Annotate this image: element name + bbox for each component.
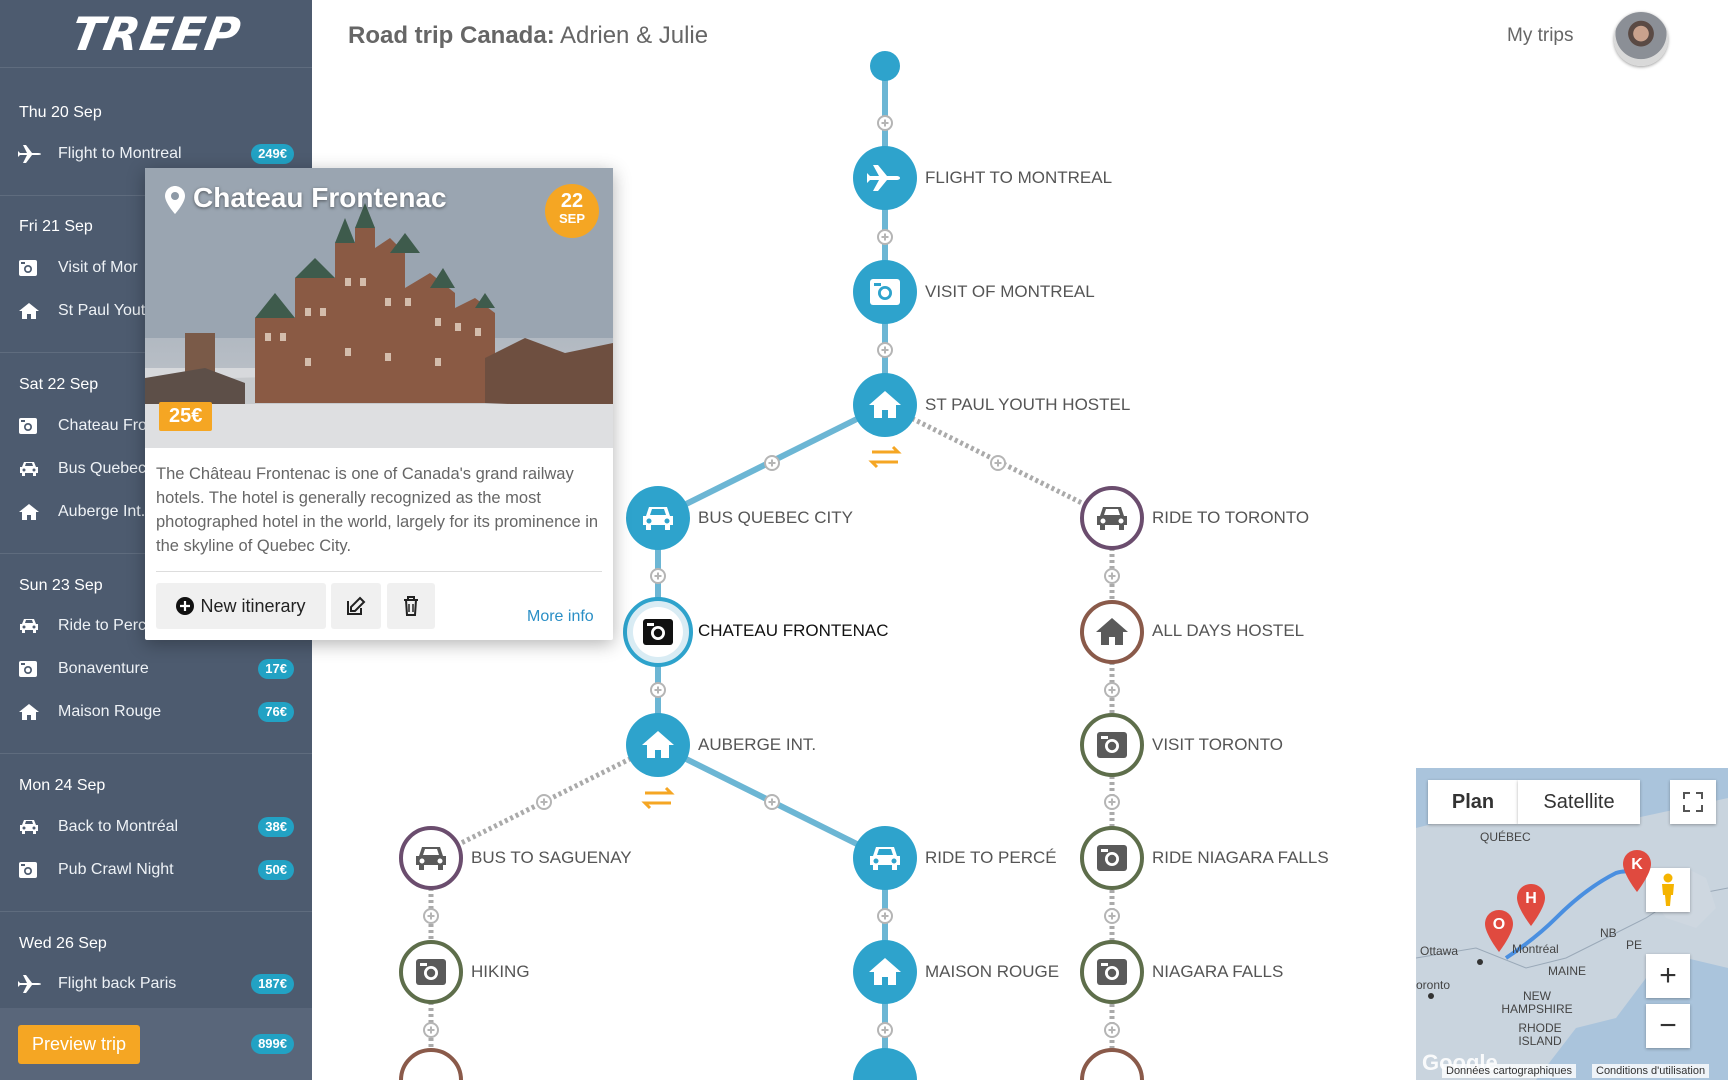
node-label[interactable]: BUS QUEBEC CITY <box>698 508 853 528</box>
tree-node-bus-qc[interactable] <box>626 486 690 550</box>
date-month: SEP <box>558 211 585 226</box>
map-label: NB <box>1600 926 1617 940</box>
new-itinerary-label: New itinerary <box>200 595 306 616</box>
tree-node-all-days[interactable] <box>1080 600 1144 664</box>
start-node[interactable] <box>870 51 900 81</box>
node-label[interactable]: RIDE NIAGARA FALLS <box>1152 848 1329 868</box>
chateau-photo: Chateau Frontenac 22 SEP 25€ <box>145 168 613 448</box>
edit-button[interactable] <box>331 583 381 629</box>
add-step-button[interactable] <box>423 1022 439 1038</box>
map-marker-icon[interactable]: O <box>1484 910 1514 957</box>
node-label[interactable]: NIAGARA FALLS <box>1152 962 1283 982</box>
map-label: MAINE <box>1548 964 1587 978</box>
add-step-button[interactable] <box>650 568 666 584</box>
edit-icon <box>346 596 366 616</box>
add-step-button[interactable] <box>1104 568 1120 584</box>
plus-circle-icon <box>176 597 195 615</box>
add-step-button[interactable] <box>877 342 893 358</box>
add-step-button[interactable] <box>877 908 893 924</box>
trash-icon <box>403 596 419 616</box>
tree-node-niagara[interactable] <box>1080 940 1144 1004</box>
add-step-button[interactable] <box>877 115 893 131</box>
zoom-in-button[interactable]: + <box>1646 954 1690 998</box>
node-label[interactable]: RIDE TO PERCÉ <box>925 848 1057 868</box>
map-marker-icon[interactable]: H <box>1516 884 1546 931</box>
node-label[interactable]: ALL DAYS HOSTEL <box>1152 621 1304 641</box>
new-itinerary-button[interactable]: New itinerary <box>156 583 326 629</box>
add-step-button[interactable] <box>1104 794 1120 810</box>
popup-description: The Château Frontenac is one of Canada's… <box>156 465 599 555</box>
add-step-button[interactable] <box>764 794 780 810</box>
add-step-button[interactable] <box>877 1022 893 1038</box>
map-label: QUÉBEC <box>1480 830 1531 844</box>
date-day: 22 <box>560 190 584 212</box>
map-label: PE <box>1626 938 1643 952</box>
map-label: Montréal <box>1512 942 1559 956</box>
node-label[interactable]: ST PAUL YOUTH HOSTEL <box>925 395 1130 415</box>
map-label: NEW HAMPSHIRE <box>1501 989 1573 1016</box>
node-label[interactable]: VISIT OF MONTREAL <box>925 282 1095 302</box>
add-step-button[interactable] <box>423 908 439 924</box>
node-label[interactable]: FLIGHT TO MONTREAL <box>925 168 1112 188</box>
price-tag: 25€ <box>159 402 213 431</box>
map-terms-link[interactable]: Conditions d'utilisation <box>1592 1064 1710 1078</box>
tree-node-st-paul[interactable] <box>853 373 917 437</box>
tree-node-ride-perce[interactable] <box>853 826 917 890</box>
tree-node-visit-tor[interactable] <box>1080 713 1144 777</box>
tree-node-chateau[interactable] <box>623 597 693 667</box>
tree-node-hiking[interactable] <box>399 940 463 1004</box>
node-label[interactable]: RIDE TO TORONTO <box>1152 508 1309 528</box>
marker-letter: H <box>1525 890 1537 907</box>
tree-node-ride-tor[interactable] <box>1080 486 1144 550</box>
popup-title: Chateau Frontenac <box>193 182 447 213</box>
add-step-button[interactable] <box>1104 1022 1120 1038</box>
location-pin-icon <box>165 186 185 219</box>
add-step-button[interactable] <box>877 229 893 245</box>
tree-node-ride-niag[interactable] <box>1080 826 1144 890</box>
delete-button[interactable] <box>387 583 435 629</box>
tree-node-maison[interactable] <box>853 940 917 1004</box>
node-label[interactable]: BUS TO SAGUENAY <box>471 848 632 868</box>
tree-node-visit-mtl[interactable] <box>853 260 917 324</box>
tree-node-bus-sag[interactable] <box>399 826 463 890</box>
swap-icon[interactable] <box>641 786 675 810</box>
map-attribution[interactable]: Données cartographiques <box>1442 1064 1576 1078</box>
add-step-button[interactable] <box>764 455 780 471</box>
add-step-button[interactable] <box>650 682 666 698</box>
step-detail-popup: Chateau Frontenac 22 SEP 25€ The Château… <box>145 168 613 640</box>
more-info-link[interactable]: More info <box>527 608 594 626</box>
zoom-out-button[interactable]: − <box>1646 1004 1690 1048</box>
map-label: RHODE ISLAND <box>1518 1021 1562 1048</box>
map-satellite-tab[interactable]: Satellite <box>1518 780 1640 824</box>
map-label: Ottawa <box>1420 944 1459 958</box>
tree-node-auberge[interactable] <box>626 713 690 777</box>
map-plan-tab[interactable]: Plan <box>1428 780 1518 824</box>
fullscreen-icon[interactable] <box>1670 780 1716 824</box>
node-label[interactable]: HIKING <box>471 962 530 982</box>
marker-letter: O <box>1492 916 1506 933</box>
divider <box>156 571 602 572</box>
add-step-button[interactable] <box>990 455 1006 471</box>
node-label[interactable]: VISIT TORONTO <box>1152 735 1283 755</box>
add-step-button[interactable] <box>1104 682 1120 698</box>
marker-letter: K <box>1631 856 1643 873</box>
swap-icon[interactable] <box>868 445 902 469</box>
node-label-selected[interactable]: CHATEAU FRONTENAC <box>698 621 888 641</box>
map-label: oronto <box>1416 978 1451 992</box>
route-map[interactable]: Plan Satellite + − QUÉBEC Ottawa Montréa… <box>1416 768 1728 1080</box>
add-step-button[interactable] <box>536 794 552 810</box>
node-label[interactable]: AUBERGE INT. <box>698 735 816 755</box>
date-badge: 22 SEP <box>545 184 599 238</box>
pegman-icon[interactable] <box>1646 868 1690 912</box>
add-step-button[interactable] <box>1104 908 1120 924</box>
tree-node-flight[interactable] <box>853 146 917 210</box>
map-marker-icon[interactable]: K <box>1622 850 1652 897</box>
node-label[interactable]: MAISON ROUGE <box>925 962 1059 982</box>
